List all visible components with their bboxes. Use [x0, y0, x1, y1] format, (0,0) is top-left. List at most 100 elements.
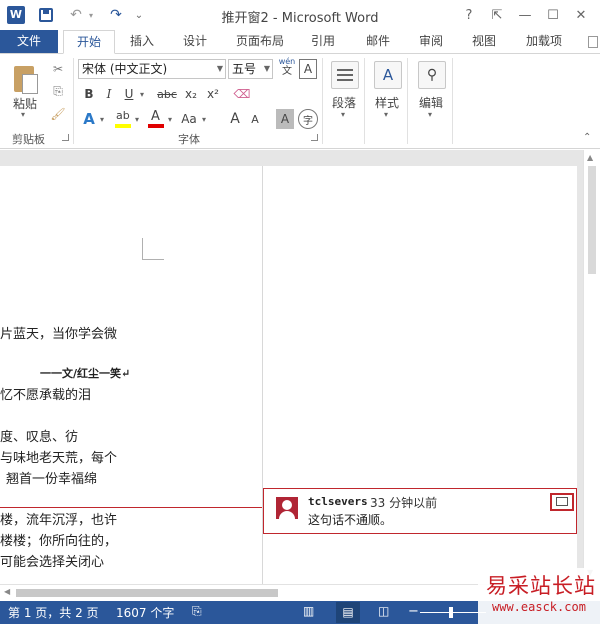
maximize-button[interactable]: ☐ — [540, 4, 566, 26]
collapse-ribbon-icon[interactable]: ⌃ — [583, 132, 591, 143]
font-size-value: 五号 — [232, 62, 257, 76]
clipboard-dialog-launcher-icon[interactable] — [62, 134, 69, 141]
shrink-font-button[interactable]: A — [246, 109, 264, 129]
editing-button[interactable]: 编辑 — [419, 94, 443, 111]
ribbon-tabs: 文件 开始 插入 设计 页面布局 引用 邮件 审阅 视图 加载项 — [0, 30, 600, 54]
print-layout-icon[interactable]: ▤ — [336, 602, 360, 623]
character-shading-button[interactable]: A — [276, 109, 294, 129]
zoom-slider-thumb[interactable] — [449, 607, 453, 618]
font-name-combo[interactable]: 宋体 (中文正文) ▼ — [78, 59, 226, 79]
tab-file[interactable]: 文件 — [0, 30, 58, 54]
help-button[interactable]: ? — [456, 4, 482, 26]
tab-home[interactable]: 开始 — [63, 30, 115, 54]
enclose-characters-button[interactable]: 字 — [298, 109, 318, 129]
styles-dropdown-icon[interactable]: ▾ — [384, 110, 388, 119]
underline-dropdown-icon[interactable]: ▾ — [138, 84, 146, 104]
zoom-slider[interactable] — [420, 612, 486, 613]
ribbon-display-options-button[interactable]: ⇱ — [484, 4, 510, 26]
document-line: 楼，流年沉浮，也许 — [0, 513, 118, 528]
change-case-dropdown-icon[interactable]: ▾ — [200, 109, 208, 129]
tab-add-ins[interactable]: 加载项 — [518, 30, 570, 54]
paragraph-button[interactable]: 段落 — [332, 94, 356, 111]
strikethrough-button[interactable]: abc — [155, 84, 179, 104]
comment-anchor-line — [0, 507, 262, 508]
markup-pane: tclsevers 33 分钟以前 这句话不通顺。 — [262, 166, 577, 584]
text-effects-button[interactable]: A — [80, 109, 98, 129]
binoculars-icon[interactable]: ⚲ — [418, 61, 446, 89]
font-dialog-launcher-icon[interactable] — [311, 134, 318, 141]
minimize-button[interactable]: — — [512, 4, 538, 26]
page-count[interactable]: 第 1 页，共 2 页 — [8, 604, 99, 621]
ribbon: 粘贴 ▾ ✂ ⎘ 🖌 剪贴板 宋体 (中文正文) ▼ 五号 ▼ wén 文 A B I… — [0, 53, 600, 149]
paste-dropdown-icon[interactable]: ▾ — [21, 110, 25, 119]
hscroll-thumb[interactable] — [16, 589, 278, 597]
highlight-dropdown-icon[interactable]: ▾ — [133, 109, 141, 129]
clipboard-group-label: 剪贴板 — [12, 133, 45, 146]
editing-dropdown-icon[interactable]: ▾ — [428, 110, 432, 119]
zoom-out-icon[interactable]: − — [408, 604, 419, 619]
user-corner-icon[interactable] — [588, 36, 598, 48]
tab-review[interactable]: 审阅 — [411, 30, 451, 54]
read-mode-icon[interactable]: ▥ — [303, 604, 314, 618]
comment-text[interactable]: 这句话不通顺。 — [308, 511, 392, 528]
font-name-value: 宋体 (中文正文) — [82, 62, 168, 76]
copy-icon[interactable]: ⎘ — [48, 81, 68, 101]
subscript-button[interactable]: x₂ — [181, 84, 201, 104]
font-color-label: A — [151, 109, 160, 124]
document-line: 度、叹息、彷 — [0, 430, 79, 445]
avatar — [276, 497, 298, 519]
bold-button[interactable]: B — [80, 84, 98, 104]
phonetic-guide-label: wén — [278, 57, 296, 66]
document-line: 可能会选择关闭心 — [0, 555, 105, 570]
highlight-color-button[interactable]: ab — [113, 109, 133, 129]
phonetic-guide-button[interactable]: wén 文 — [277, 57, 297, 79]
change-case-button[interactable]: Aa — [178, 109, 200, 129]
scroll-up-icon[interactable]: ▲ — [587, 153, 593, 162]
underline-button[interactable]: U — [120, 84, 138, 104]
reply-comment-icon[interactable] — [550, 493, 574, 511]
comment-balloon[interactable]: tclsevers 33 分钟以前 这句话不通顺。 — [263, 488, 577, 534]
paragraph-icon[interactable] — [331, 61, 359, 89]
text-effects-dropdown-icon[interactable]: ▾ — [98, 109, 106, 129]
ribbon-separator — [364, 58, 365, 144]
document-line: 翘首一份幸福绵 — [6, 472, 98, 487]
format-painter-icon[interactable]: 🖌 — [48, 104, 68, 124]
close-button[interactable]: ✕ — [568, 4, 594, 26]
font-color-button[interactable]: A — [146, 109, 166, 129]
tab-insert[interactable]: 插入 — [122, 30, 162, 54]
window-title: 推开窗2 - Microsoft Word — [221, 11, 379, 26]
document-line: 与味地老天荒，每个 — [0, 451, 118, 466]
superscript-button[interactable]: x² — [203, 84, 223, 104]
font-size-combo[interactable]: 五号 ▼ — [228, 59, 273, 79]
proofing-icon[interactable]: ⎘ — [192, 604, 202, 619]
font-color-dropdown-icon[interactable]: ▾ — [166, 109, 174, 129]
watermark: 易采站长站 www.easck.com — [478, 568, 600, 624]
ribbon-separator — [407, 58, 408, 144]
word-count[interactable]: 1607 个字 — [116, 604, 174, 621]
tab-page-layout[interactable]: 页面布局 — [228, 30, 292, 54]
scroll-thumb[interactable] — [588, 166, 596, 274]
tab-mailings[interactable]: 邮件 — [358, 30, 398, 54]
paragraph-dropdown-icon[interactable]: ▾ — [341, 110, 345, 119]
ribbon-separator — [73, 58, 74, 144]
tab-design[interactable]: 设计 — [175, 30, 215, 54]
vertical-scrollbar[interactable]: ▲ ▼ — [583, 150, 600, 584]
margin-corner-mark — [142, 238, 164, 260]
clear-formatting-icon[interactable]: ⌫ — [232, 84, 252, 104]
grow-font-button[interactable]: A — [226, 109, 244, 129]
cut-icon[interactable]: ✂ — [48, 59, 68, 79]
tab-view[interactable]: 视图 — [464, 30, 504, 54]
styles-icon[interactable]: A — [374, 61, 402, 89]
character-border-button[interactable]: A — [299, 59, 317, 79]
ribbon-separator — [322, 58, 323, 144]
web-layout-icon[interactable]: ◫ — [378, 604, 389, 618]
styles-button[interactable]: 样式 — [375, 94, 399, 111]
tab-references[interactable]: 引用 — [303, 30, 343, 54]
comment-time: 33 分钟以前 — [370, 496, 438, 510]
paste-icon[interactable] — [10, 62, 40, 94]
italic-button[interactable]: I — [100, 84, 118, 104]
font-group-label: 字体 — [178, 133, 200, 146]
scroll-left-icon[interactable]: ◀ — [4, 587, 10, 596]
font-name-dropdown-icon[interactable]: ▼ — [217, 60, 223, 78]
font-size-dropdown-icon[interactable]: ▼ — [264, 60, 270, 78]
